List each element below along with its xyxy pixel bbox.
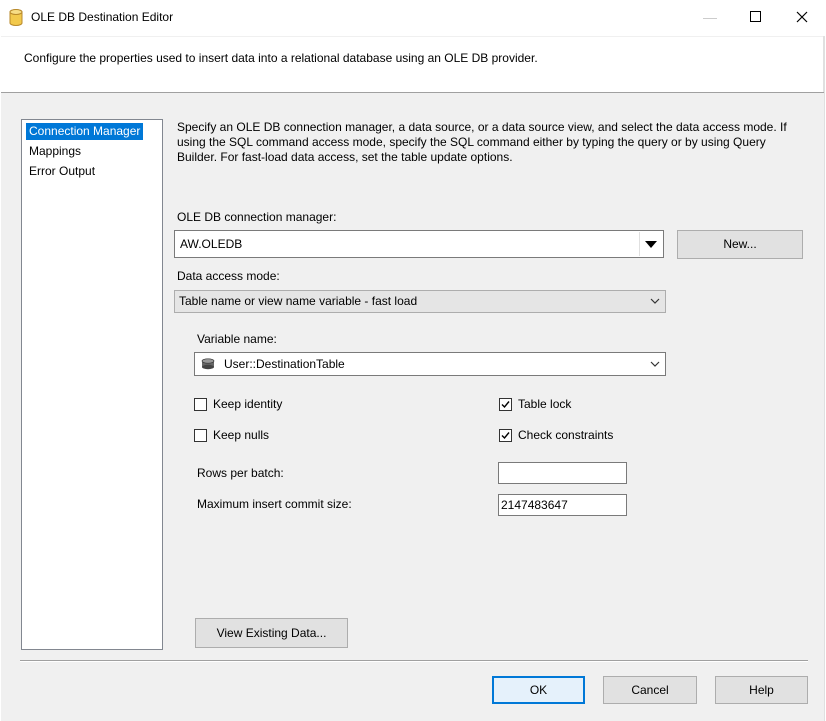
variable-name-value: User::DestinationTable bbox=[224, 357, 345, 371]
dialog-header: Configure the properties used to insert … bbox=[1, 36, 824, 93]
maximize-button[interactable] bbox=[733, 0, 779, 36]
footer-separator bbox=[20, 660, 808, 662]
help-button[interactable]: Help bbox=[715, 676, 808, 704]
data-access-mode-value: Table name or view name variable - fast … bbox=[179, 294, 418, 308]
close-icon bbox=[796, 11, 808, 23]
keep-nulls-checkbox[interactable] bbox=[194, 429, 207, 442]
cancel-button[interactable]: Cancel bbox=[603, 676, 697, 704]
rows-per-batch-input[interactable] bbox=[498, 462, 627, 484]
close-button[interactable] bbox=[779, 0, 825, 36]
data-access-mode-label: Data access mode: bbox=[177, 269, 280, 283]
header-description: Configure the properties used to insert … bbox=[24, 51, 538, 65]
keep-identity-label: Keep identity bbox=[213, 397, 283, 411]
view-existing-data-button[interactable]: View Existing Data... bbox=[195, 618, 348, 648]
checkmark-icon bbox=[501, 432, 510, 440]
page-description: Specify an OLE DB connection manager, a … bbox=[177, 120, 787, 164]
table-lock-label: Table lock bbox=[518, 397, 572, 411]
rows-per-batch-label: Rows per batch: bbox=[197, 466, 284, 480]
nav-item-error-output[interactable]: Error Output bbox=[26, 163, 98, 180]
connection-manager-combo[interactable]: AW.OLEDB bbox=[174, 230, 664, 258]
title-bar: OLE DB Destination Editor — bbox=[0, 0, 826, 36]
table-lock-checkbox[interactable] bbox=[499, 398, 512, 411]
chevron-down-icon bbox=[650, 361, 660, 367]
keep-nulls-label: Keep nulls bbox=[213, 428, 270, 442]
new-connection-button[interactable]: New... bbox=[677, 230, 803, 259]
chevron-down-icon bbox=[650, 298, 660, 304]
connection-manager-dropdown-button[interactable] bbox=[639, 232, 662, 256]
connection-manager-value: AW.OLEDB bbox=[180, 237, 243, 251]
variable-name-label: Variable name: bbox=[197, 332, 277, 346]
connection-manager-label: OLE DB connection manager: bbox=[177, 210, 337, 224]
nav-item-mappings[interactable]: Mappings bbox=[26, 143, 84, 160]
data-access-mode-dropdown[interactable]: Table name or view name variable - fast … bbox=[174, 290, 666, 313]
minimize-button[interactable]: — bbox=[687, 0, 733, 36]
max-insert-commit-size-input[interactable]: 2147483647 bbox=[498, 494, 627, 516]
variable-name-dropdown[interactable]: User::DestinationTable bbox=[194, 352, 666, 376]
max-insert-commit-size-label: Maximum insert commit size: bbox=[197, 497, 352, 511]
check-constraints-checkbox[interactable] bbox=[499, 429, 512, 442]
check-constraints-label: Check constraints bbox=[518, 428, 614, 442]
page-navigation-list: Connection Manager Mappings Error Output bbox=[21, 119, 163, 650]
nav-item-connection-manager[interactable]: Connection Manager bbox=[26, 123, 144, 140]
checkmark-icon bbox=[501, 401, 510, 409]
cylinder-database-icon bbox=[9, 9, 23, 26]
ok-button[interactable]: OK bbox=[492, 676, 585, 704]
triangle-down-icon bbox=[645, 241, 657, 248]
variable-icon bbox=[201, 358, 215, 370]
window-title: OLE DB Destination Editor bbox=[31, 10, 174, 24]
keep-identity-checkbox[interactable] bbox=[194, 398, 207, 411]
maximize-icon bbox=[750, 11, 761, 22]
